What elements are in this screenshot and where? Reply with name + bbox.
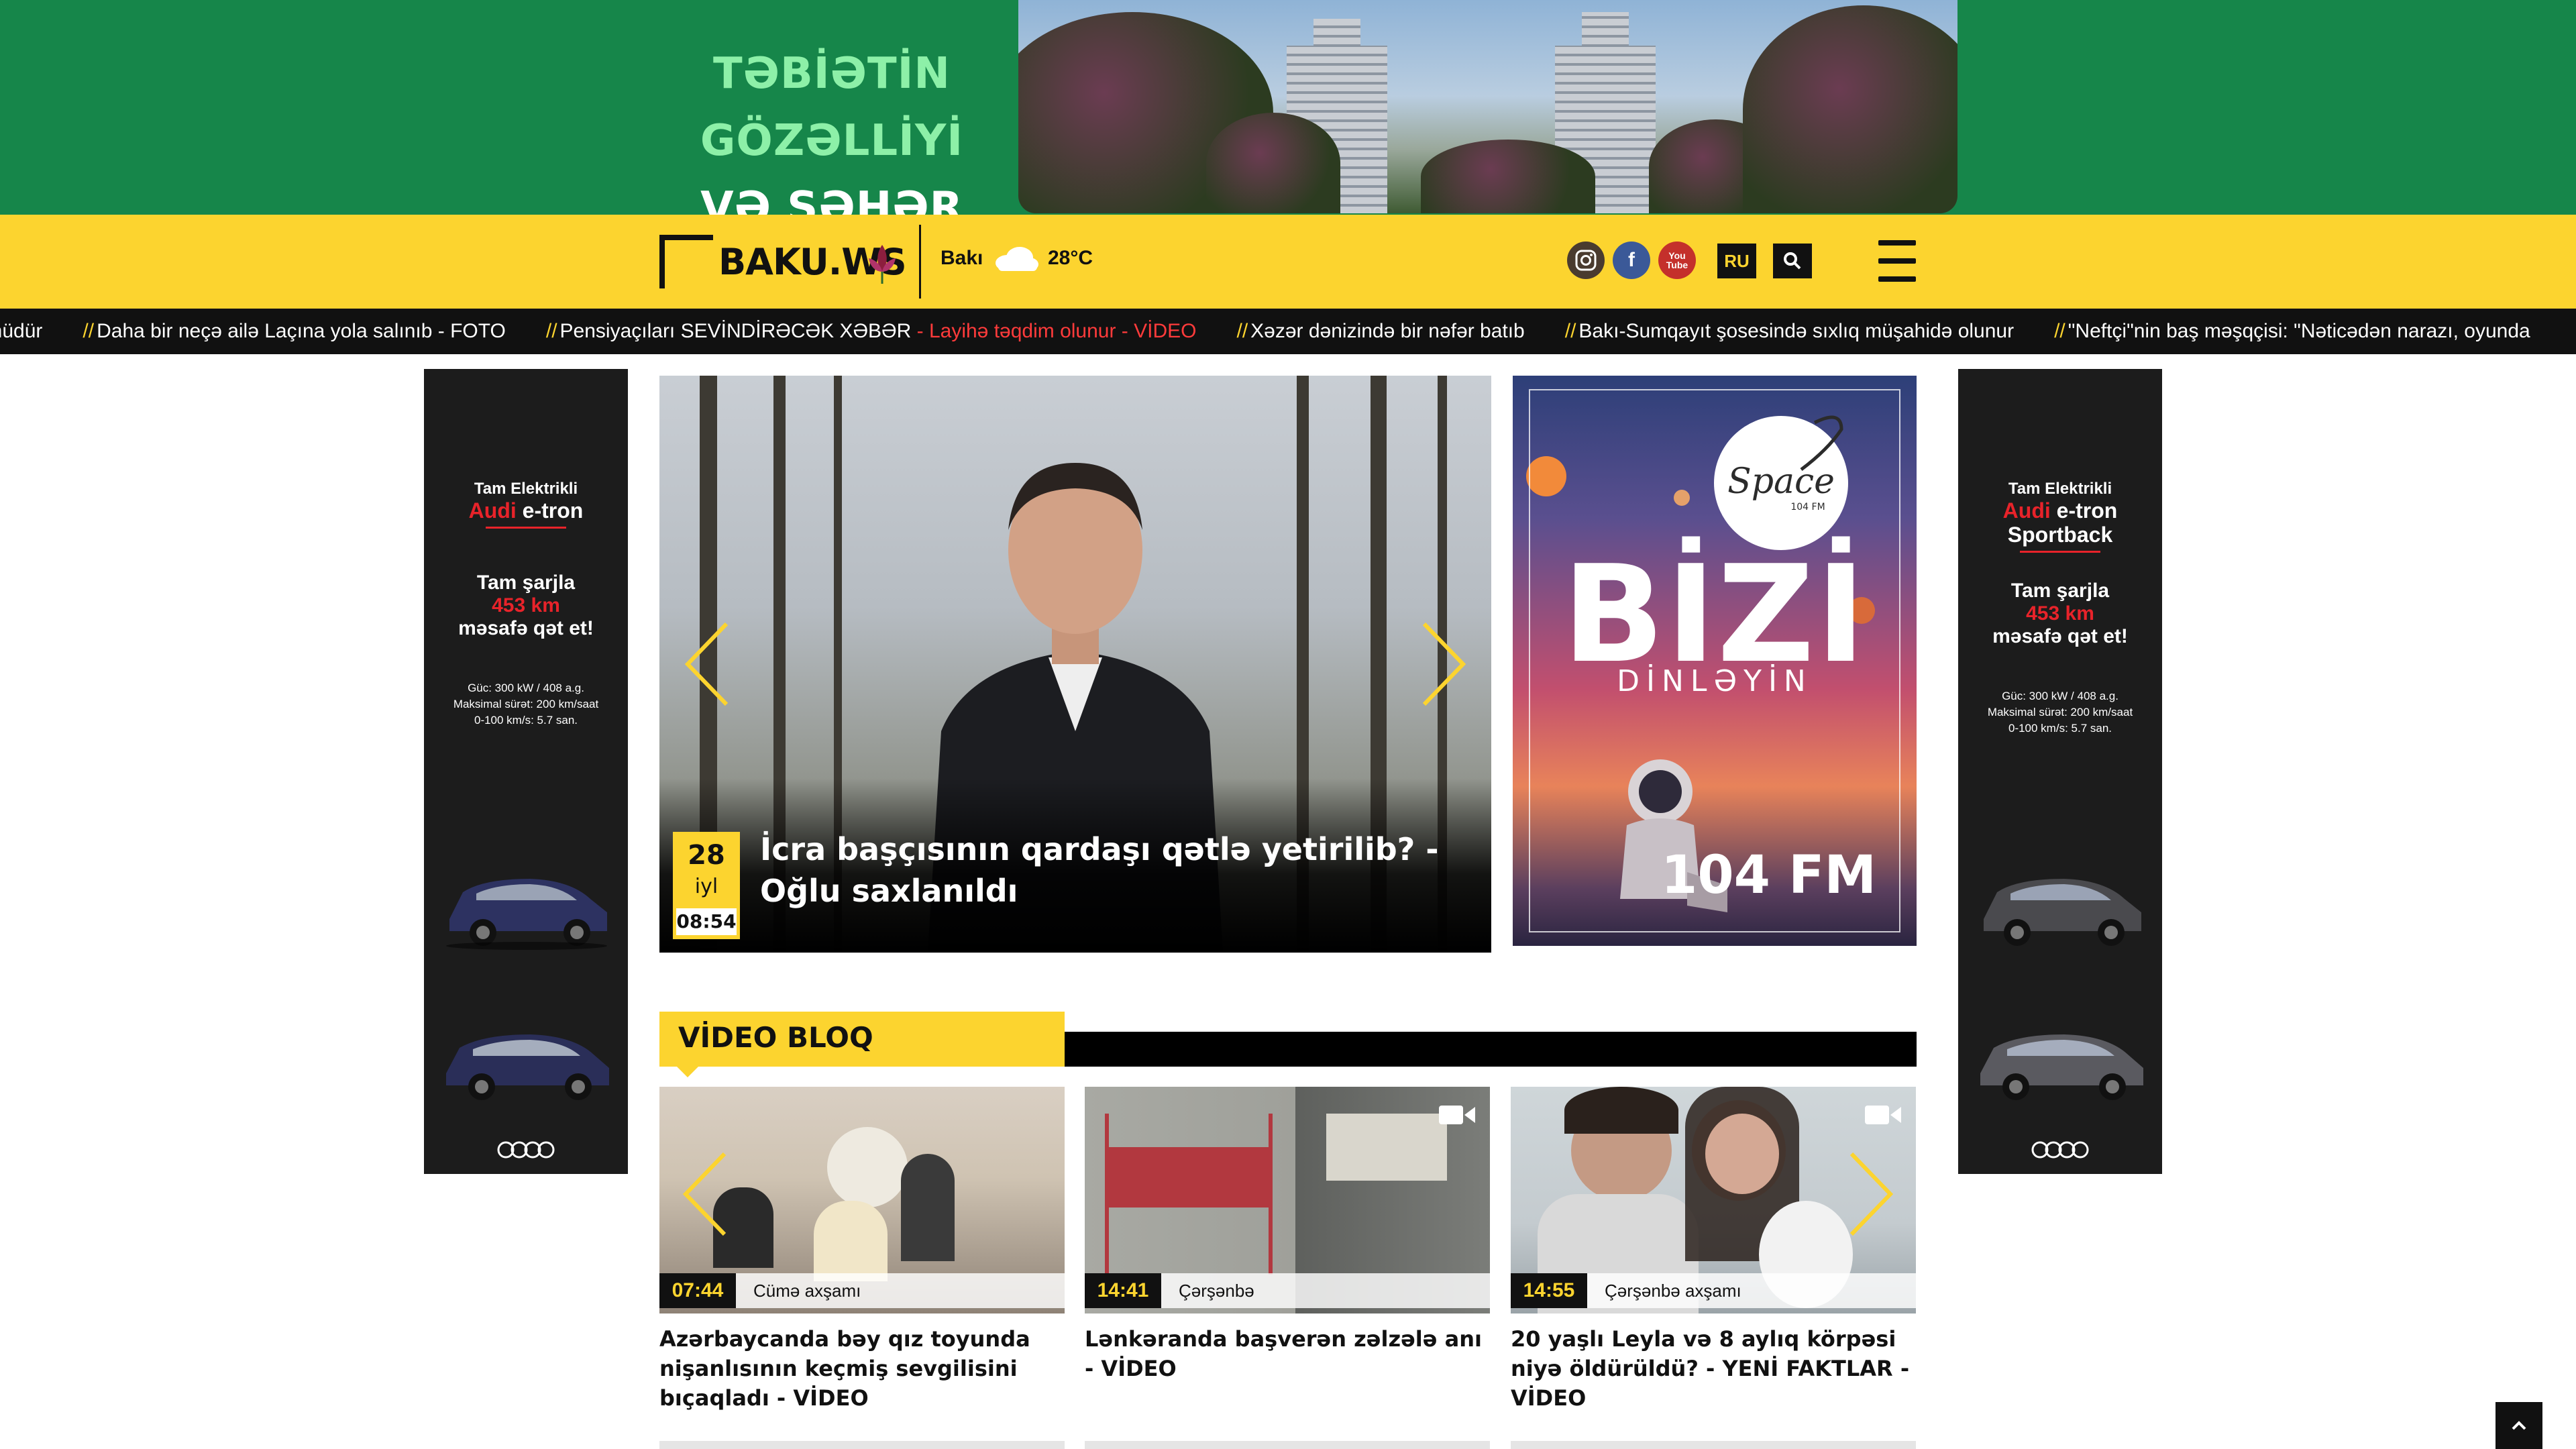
ticker-text: Bakı-Sumqayıt şosesində sıxlıq müşahidə … — [1578, 320, 2015, 342]
video-card-title[interactable]: Azərbaycanda bəy qız toyunda nişanlısını… — [659, 1324, 1065, 1413]
header-divider — [919, 225, 921, 299]
ticker-text: "Neftçi"nin baş məşqçisi: "Nəticədən nar… — [2068, 320, 2530, 342]
ticker-separator: // — [2054, 320, 2065, 342]
svg-text:Space: Space — [1727, 462, 1835, 502]
ticker-item[interactable]: //Bakı-Sumqayıt şosesində sıxlıq müşahid… — [1565, 320, 2014, 343]
video-prev-arrow-icon[interactable] — [678, 1147, 731, 1241]
car-image — [446, 879, 607, 950]
video-next-arrow-icon[interactable] — [1845, 1147, 1898, 1241]
ad-underline — [486, 527, 566, 529]
ticker-text: ünüdür — [0, 320, 43, 342]
space-fm-logo: Space 104 FM — [1714, 415, 1848, 550]
video-card-title[interactable]: Lənkəranda başverən zəlzələ anı - VİDEO — [1085, 1324, 1490, 1383]
hamburger-menu-icon[interactable] — [1878, 240, 1916, 282]
search-button[interactable] — [1773, 244, 1812, 278]
video-bloq-notch — [677, 1067, 698, 1077]
ad-specs: Güc: 300 kW / 408 a.g. Maksimal sürət: 2… — [1987, 690, 2133, 735]
ticker-item[interactable]: //Pensiyaçıları SEVİNDİRƏCƏK XƏBƏR - Lay… — [546, 320, 1197, 343]
ticker-item[interactable]: //Xəzər dənizində bir nəfər batıb — [1236, 320, 1524, 343]
video-card-title[interactable]: 20 yaşlı Leyla və 8 aylıq körpəsi niyə ö… — [1511, 1324, 1916, 1413]
video-card[interactable]: 14:55 Çərşənbə axşamı 20 yaşlı Leyla və … — [1511, 1087, 1916, 1413]
ad-range: Tam şarjla 453 km məsafə qət et! — [458, 572, 594, 639]
video-bloq-bar — [1062, 1032, 1917, 1067]
page: TƏBİƏTİN GÖZƏLLİYİ VƏ ŞƏHƏR KOMFORTU BAK… — [0, 0, 2576, 1449]
slider-next-arrow-icon[interactable] — [1417, 617, 1471, 711]
ad-range: Tam şarjla 453 km məsafə qət et! — [1992, 580, 2128, 647]
ad-small-text: Tam Elektrikli — [474, 480, 578, 498]
video-bloq-header: VİDEO BLOQ — [659, 1012, 1917, 1077]
side-ad-left[interactable]: Tam Elektrikli Audi e-tron Tam şarjla 45… — [424, 369, 628, 1174]
video-bloq-title-box[interactable]: VİDEO BLOQ — [659, 1012, 1065, 1067]
site-header: BAKU.WS Bakı 28°C f You Tube RU — [0, 215, 2576, 309]
video-day: Cümə axşamı — [753, 1281, 861, 1301]
top-banner-ad[interactable]: TƏBİƏTİN GÖZƏLLİYİ VƏ ŞƏHƏR KOMFORTU — [0, 0, 2576, 300]
cloud-icon — [996, 247, 1038, 271]
ticker-separator: // — [1236, 320, 1248, 342]
video-day: Çərşənbə — [1179, 1281, 1254, 1301]
ticker-separator: // — [83, 320, 95, 342]
video-time: 07:44 — [659, 1273, 736, 1308]
next-row-strip — [1085, 1441, 1490, 1449]
audi-logo — [497, 1141, 555, 1159]
ticker-separator: // — [545, 320, 557, 342]
side-ad-right[interactable]: Tam Elektrikli Audi e-tron Sportback Tam … — [1958, 369, 2162, 1174]
car-image — [1980, 1034, 2143, 1100]
ticker-item[interactable]: //"Neftçi"nin baş məşqçisi: "Nəticədən n… — [2054, 320, 2530, 343]
video-bloq-title: VİDEO BLOQ — [678, 1021, 873, 1054]
video-thumbnail[interactable]: 14:41 Çərşənbə — [1085, 1087, 1490, 1313]
search-icon — [1784, 252, 1801, 270]
ad-specs: Güc: 300 kW / 408 a.g. Maksimal sürət: 2… — [453, 682, 599, 727]
video-camera-icon — [1865, 1106, 1901, 1124]
banner-line-1: TƏBİƏTİN GÖZƏLLİYİ — [700, 49, 964, 166]
hero-headline[interactable]: İcra başçısının qardaşı qətlə yetirilib?… — [760, 828, 1471, 912]
audi-logo — [2031, 1141, 2089, 1159]
video-meta: 14:55 Çərşənbə axşamı — [1511, 1273, 1916, 1308]
ticker-text: Daha bir neçə ailə Laçına yola salınıb -… — [97, 320, 506, 342]
banner-photo — [1018, 0, 1957, 213]
ticker-item[interactable]: ünüdür — [0, 320, 42, 343]
ad-small-text: Tam Elektrikli — [2008, 480, 2112, 498]
main-news-slider[interactable]: 28 iyl 08:54 İcra başçısının qardaşı qət… — [659, 376, 1491, 953]
radio-ad[interactable]: Space 104 FM BİZİ DİNLƏYİN 104 FM — [1513, 376, 1917, 946]
youtube-icon[interactable]: You Tube — [1658, 241, 1696, 279]
car-image — [446, 1034, 609, 1100]
car-image — [1984, 879, 2141, 946]
video-card[interactable]: 14:41 Çərşənbə Lənkəranda başverən zəlzə… — [1085, 1087, 1490, 1383]
video-day: Çərşənbə axşamı — [1605, 1281, 1741, 1301]
video-time: 14:41 — [1085, 1273, 1161, 1308]
radio-ad-frequency: 104 FM — [1661, 845, 1876, 906]
news-ticker: ünüdür//Daha bir neçə ailə Laçına yola s… — [0, 309, 2576, 354]
ad-model: Audi e-tron — [468, 498, 584, 523]
scroll-to-top-button[interactable] — [2496, 1402, 2542, 1449]
flower-icon — [869, 245, 896, 284]
video-time: 14:55 — [1511, 1273, 1587, 1308]
next-row-strip — [659, 1441, 1065, 1449]
ticker-separator: // — [1564, 320, 1576, 342]
language-switch-button[interactable]: RU — [1717, 244, 1756, 278]
ad-underline — [2020, 551, 2100, 553]
weather-city: Bakı — [941, 247, 983, 269]
ad-model: Audi e-tron Sportback — [2002, 498, 2118, 547]
video-camera-icon — [1439, 1106, 1475, 1124]
chevron-up-icon — [2512, 1421, 2526, 1430]
ticker-text: Pensiyaçıları SEVİNDİRƏCƏK XƏBƏR — [559, 320, 917, 342]
ticker-highlight: - Layihə təqdim olunur - VİDEO — [916, 320, 1197, 342]
instagram-icon[interactable] — [1567, 241, 1605, 279]
hero-date-badge: 28 iyl 08:54 — [673, 832, 740, 939]
video-meta: 14:41 Çərşənbə — [1085, 1273, 1490, 1308]
facebook-icon[interactable]: f — [1613, 241, 1650, 279]
ticker-item[interactable]: //Daha bir neçə ailə Laçına yola salınıb… — [83, 320, 505, 343]
ticker-text: Xəzər dənizində bir nəfər batıb — [1250, 320, 1525, 342]
video-card[interactable]: 07:44 Cümə axşamı Azərbaycanda bəy qız t… — [659, 1087, 1065, 1413]
slider-prev-arrow-icon[interactable] — [680, 617, 733, 711]
video-meta: 07:44 Cümə axşamı — [659, 1273, 1065, 1308]
logo-mark-icon — [659, 235, 713, 288]
svg-text:104 FM: 104 FM — [1790, 502, 1825, 513]
next-row-strip — [1511, 1441, 1916, 1449]
radio-ad-subtitle: DİNLƏYİN — [1617, 664, 1813, 698]
weather-temperature: 28°C — [1048, 247, 1093, 269]
ticker-track: ünüdür//Daha bir neçə ailə Laçına yola s… — [0, 309, 2530, 354]
